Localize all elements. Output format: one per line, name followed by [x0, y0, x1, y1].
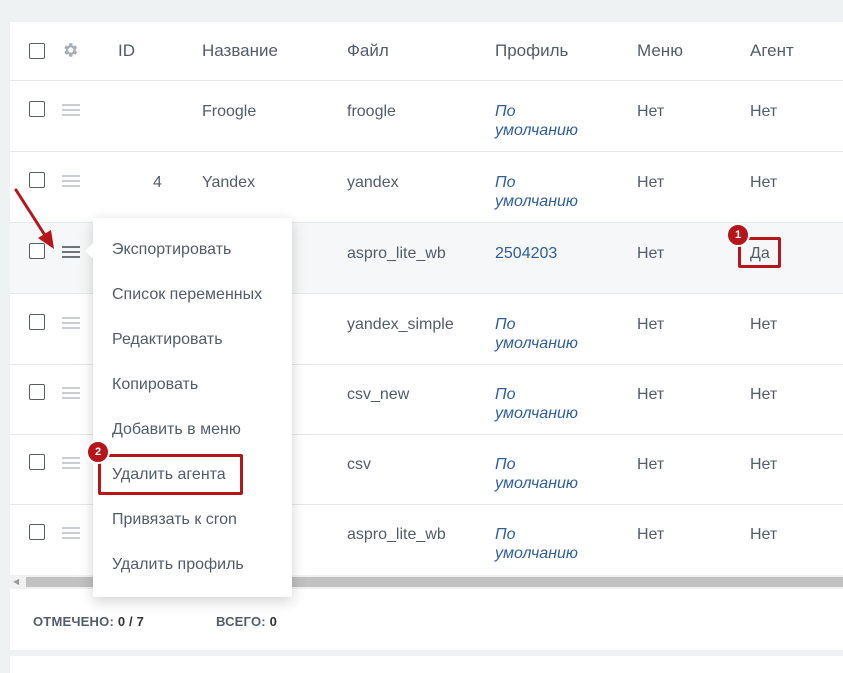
cell-agent: Нет [750, 456, 778, 473]
cell-menu: Нет [637, 103, 665, 120]
menu-item-copy[interactable]: Копировать [112, 376, 198, 394]
cell-name: Yandex [202, 174, 256, 191]
gear-icon[interactable] [61, 41, 79, 64]
header-menu[interactable]: Меню [637, 41, 683, 60]
scroll-left-arrow-icon[interactable]: ◀ [13, 577, 19, 586]
cell-file: aspro_lite_wb [347, 526, 446, 543]
bottom-panel [10, 656, 843, 673]
cell-agent: Нет [750, 103, 778, 120]
cell-menu: Нет [637, 456, 665, 473]
hamburger-icon[interactable] [62, 104, 80, 116]
cell-agent: Нет [750, 386, 778, 403]
row-checkbox[interactable] [29, 524, 45, 540]
cell-menu: Нет [637, 245, 665, 262]
cell-file: aspro_lite_wb [347, 245, 446, 262]
cell-profile-link[interactable]: По умолчанию [495, 525, 578, 563]
cell-menu: Нет [637, 174, 665, 191]
menu-item-delete-profile[interactable]: Удалить профиль [112, 556, 244, 574]
header-file[interactable]: Файл [347, 41, 389, 60]
cell-profile-link[interactable]: По умолчанию [495, 385, 578, 423]
cell-profile-link[interactable]: По умолчанию [495, 102, 578, 140]
hamburger-icon[interactable] [62, 175, 80, 187]
header-agent[interactable]: Агент [750, 41, 794, 60]
hamburger-icon[interactable] [62, 527, 80, 539]
table-row[interactable]: 4 Yandex yandex По умолчанию Нет Нет [10, 152, 843, 223]
cell-id: 4 [153, 174, 162, 191]
annotation-badge-1: 1 [726, 223, 750, 247]
hamburger-icon[interactable] [62, 387, 80, 399]
cell-file: csv_new [347, 386, 410, 403]
table-header: ID Название Файл Профиль Меню Агент [10, 22, 843, 81]
cell-menu: Нет [637, 316, 665, 333]
cell-file: yandex [347, 174, 399, 191]
menu-item-add-to-menu[interactable]: Добавить в меню [112, 421, 241, 439]
annotation-arrow-icon [14, 188, 54, 249]
select-all-checkbox[interactable] [29, 43, 45, 59]
cell-menu: Нет [637, 526, 665, 543]
hamburger-icon[interactable] [62, 457, 80, 469]
cell-menu: Нет [637, 386, 665, 403]
header-name[interactable]: Название [202, 41, 278, 60]
row-checkbox[interactable] [29, 314, 45, 330]
table-row[interactable]: Froogle froogle По умолчанию Нет Нет [10, 81, 843, 152]
header-profile[interactable]: Профиль [495, 41, 568, 60]
cell-file: yandex_simple [347, 316, 454, 333]
hamburger-icon[interactable] [62, 317, 80, 329]
annotation-box-delete-agent [98, 454, 243, 495]
row-checkbox[interactable] [29, 384, 45, 400]
menu-item-bind-cron[interactable]: Привязать к cron [112, 511, 237, 529]
row-checkbox[interactable] [29, 101, 45, 117]
menu-item-export[interactable]: Экспортировать [112, 241, 231, 259]
checked-counter: ОТМЕЧЕНО: 0 / 7 [33, 614, 145, 629]
cell-profile-link[interactable]: По умолчанию [495, 455, 578, 493]
cell-name: Froogle [202, 103, 257, 120]
header-id[interactable]: ID [118, 41, 135, 60]
cell-profile-link[interactable]: По умолчанию [495, 315, 578, 353]
cell-file: froogle [347, 103, 396, 120]
cell-profile-link[interactable]: По умолчанию [495, 173, 578, 211]
row-checkbox[interactable] [29, 454, 45, 470]
annotation-badge-2: 2 [86, 440, 110, 464]
cell-agent: Нет [750, 526, 778, 543]
cell-agent: Нет [750, 174, 778, 191]
hamburger-icon[interactable] [62, 246, 80, 258]
menu-item-edit[interactable]: Редактировать [112, 331, 223, 349]
cell-file: csv [347, 456, 371, 473]
row-context-menu: Экспортировать Список переменных Редакти… [85, 218, 292, 597]
cell-profile-link[interactable]: 2504203 [495, 244, 557, 263]
menu-item-variables[interactable]: Список переменных [112, 286, 262, 304]
total-counter: ВСЕГО: 0 [216, 614, 278, 629]
cell-agent: Нет [750, 316, 778, 333]
